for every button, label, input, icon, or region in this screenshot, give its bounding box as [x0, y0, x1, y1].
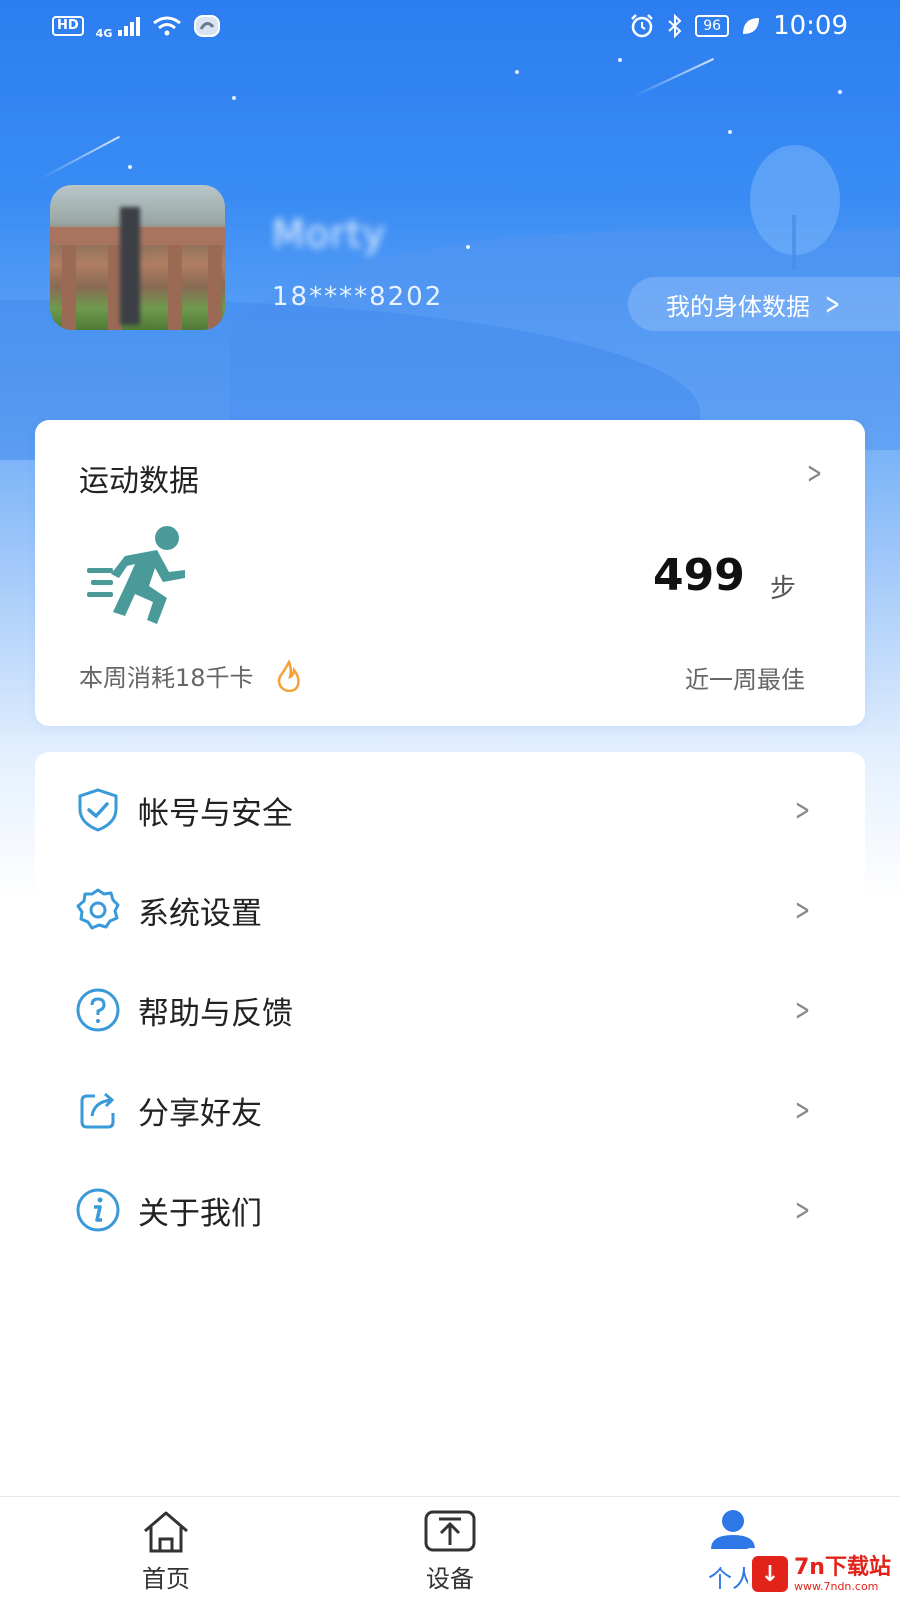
- chevron-right-icon: >: [794, 892, 810, 928]
- flame-icon: [277, 659, 300, 692]
- network-type: 4G: [95, 26, 113, 40]
- chevron-right-icon: >: [794, 792, 810, 828]
- leaf-icon: [743, 18, 760, 34]
- app-notification-icon: [194, 15, 221, 37]
- menu-item-account-security[interactable]: 帐号与安全 >: [35, 760, 865, 860]
- signal-icon: [118, 16, 141, 36]
- device-upload-icon: [424, 1510, 476, 1552]
- star-decoration: [128, 165, 132, 169]
- star-decoration: [232, 96, 236, 100]
- steps-value: 499: [653, 550, 745, 601]
- body-data-label: 我的身体数据: [666, 292, 810, 321]
- week-best: 近一周最佳: [685, 666, 805, 694]
- week-calories: 本周消耗18千卡: [79, 658, 302, 693]
- sport-data-title: 运动数据: [79, 464, 199, 499]
- battery-icon: 96: [695, 15, 730, 37]
- download-arrow-icon: ↓: [752, 1556, 788, 1592]
- week-calories-text: 本周消耗18千卡: [79, 664, 254, 692]
- meteor-decoration: [39, 135, 120, 180]
- sport-data-card[interactable]: 运动数据 > 499 步 本周消耗18千卡 近一周最佳: [35, 420, 865, 726]
- star-decoration: [728, 130, 732, 134]
- status-bar: HD 4G 96 10:09: [0, 0, 900, 52]
- menu-item-label: 帐号与安全: [138, 795, 293, 832]
- star-decoration: [466, 245, 470, 249]
- tree-decoration: [792, 215, 796, 270]
- gear-icon: [76, 888, 120, 930]
- watermark-title: 7n下载站: [794, 1554, 891, 1580]
- menu-item-share-friends[interactable]: 分享好友 >: [35, 1060, 865, 1160]
- user-name: Morty: [272, 212, 387, 256]
- menu-item-help-feedback[interactable]: 帮助与反馈 >: [35, 960, 865, 1060]
- menu-item-label: 系统设置: [138, 895, 262, 932]
- star-decoration: [618, 58, 622, 62]
- runner-icon: [87, 526, 185, 624]
- steps-unit: 步: [770, 574, 797, 604]
- profile-screen: HD 4G 96 10:09 Morty 18****8202 我的身体数据 >…: [0, 0, 900, 1600]
- clock: 10:09: [773, 11, 848, 41]
- tab-device[interactable]: 设备: [350, 1497, 550, 1600]
- alarm-icon: [631, 14, 654, 38]
- avatar[interactable]: [50, 185, 225, 330]
- share-icon: [80, 1092, 115, 1129]
- help-circle-icon: [76, 988, 120, 1032]
- home-icon: [144, 1511, 188, 1553]
- hd-indicator: HD: [52, 16, 84, 36]
- watermark: ↓ 7n下载站 www.7ndn.com: [748, 1548, 900, 1600]
- menu-item-about-us[interactable]: 关于我们 >: [35, 1160, 865, 1260]
- tab-label: 首页: [142, 1565, 190, 1593]
- tab-label: 设备: [426, 1565, 474, 1593]
- meteor-decoration: [631, 58, 714, 98]
- chevron-right-icon: >: [806, 456, 822, 491]
- info-circle-icon: [76, 1188, 120, 1232]
- star-decoration: [515, 70, 519, 74]
- wifi-icon: [153, 16, 182, 36]
- chevron-right-icon: >: [794, 1092, 810, 1128]
- chevron-right-icon: >: [794, 992, 810, 1028]
- menu-item-system-settings[interactable]: 系统设置 >: [35, 860, 865, 960]
- settings-menu: 帐号与安全 > 系统设置 > 帮助与反馈 > 分享好友 > 关于我们 >: [35, 752, 865, 1272]
- menu-item-label: 关于我们: [138, 1195, 262, 1232]
- body-data-button[interactable]: 我的身体数据 >: [628, 277, 900, 331]
- menu-item-label: 帮助与反馈: [138, 995, 293, 1032]
- watermark-url: www.7ndn.com: [794, 1579, 879, 1593]
- menu-item-label: 分享好友: [138, 1095, 262, 1132]
- shield-check-icon: [78, 788, 118, 832]
- chevron-right-icon: >: [825, 286, 841, 322]
- user-phone: 18****8202: [272, 282, 444, 312]
- star-decoration: [838, 90, 842, 94]
- chevron-right-icon: >: [794, 1192, 810, 1228]
- tab-home[interactable]: 首页: [66, 1497, 266, 1600]
- bluetooth-icon: [668, 14, 682, 38]
